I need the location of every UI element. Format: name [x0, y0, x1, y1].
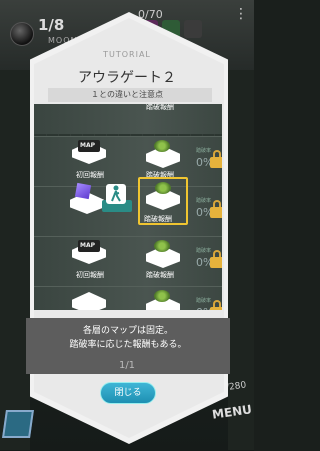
right-side [228, 70, 254, 450]
floor-row: MAP 初回報酬 踏破報酬 踏破率 0% [34, 136, 222, 186]
menu-dots-icon[interactable]: ⋮ [234, 6, 248, 22]
floor-number: 1/8 [38, 16, 65, 34]
page-indicator: 1/1 [118, 360, 136, 371]
lock-icon [210, 150, 222, 168]
floor-indicator: 1/8 MOON [8, 8, 76, 48]
first-reward-label: 初回報酬 [76, 271, 104, 279]
lock-icon [210, 250, 222, 268]
description: 各層のマップは固定。 踏破率に応じた報酬もある。 [26, 324, 230, 352]
floor-row: MAP 初回報酬 踏破報酬 踏破率 0% [34, 236, 222, 286]
item-icon[interactable] [184, 20, 202, 38]
description-line: 踏破率に応じた報酬もある。 [69, 340, 187, 350]
clear-rate-label: 踏破率 [196, 248, 212, 254]
clear-rate-label: 踏破率 [196, 298, 212, 304]
lock-icon [210, 200, 222, 218]
back-button[interactable] [2, 410, 34, 438]
clear-reward-label: 踏破報酬 [146, 104, 174, 111]
floor-row: 踏破率 0% [34, 286, 222, 310]
clear-reward-label: 踏破報酬 [146, 271, 174, 279]
monster-icon [155, 182, 171, 194]
first-reward-label: 初回報酬 [76, 171, 104, 179]
left-side [0, 70, 30, 450]
walker-icon [106, 184, 126, 204]
description-line: 各層のマップは固定。 [82, 326, 173, 336]
panel-subtitle: １との違いと注意点 [91, 90, 163, 99]
orb-icon [10, 22, 34, 46]
tutorial-image: 踏破報酬 0% MAP 初回報酬 踏破報酬 踏破率 0% 踏破率 0% [34, 104, 222, 310]
cube-icon [74, 182, 92, 200]
clear-reward-label: 踏破報酬 [144, 215, 172, 223]
tutorial-label: TUTORIAL [103, 50, 151, 59]
clear-rate-label: 踏破率 [196, 198, 212, 204]
lock-icon [210, 300, 222, 310]
panel-title: アウラゲート２ [78, 70, 176, 86]
clear-rate-label: 踏破率 [196, 148, 212, 154]
map-tag: MAP [80, 142, 96, 149]
monster-icon [154, 240, 170, 252]
monster-icon [154, 140, 170, 152]
clear-rate: 0% [196, 104, 213, 105]
monster-icon [154, 290, 170, 302]
floor-row: 踏破報酬 0% [34, 104, 222, 134]
close-button[interactable]: 閉じる [100, 382, 156, 404]
game-screen: 1/8 MOON 0/70 ⋮ 281/280 MENU TUTORIAL アウ… [0, 0, 254, 451]
map-tag: MAP [80, 242, 96, 249]
